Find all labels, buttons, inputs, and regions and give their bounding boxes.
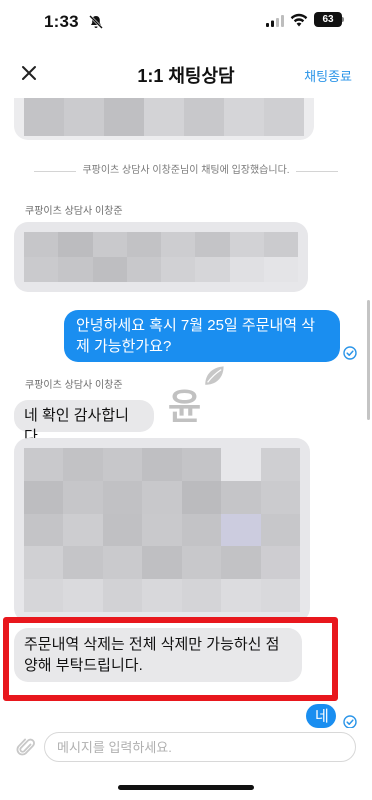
leaf-icon xyxy=(205,366,224,385)
agent-name: 쿠팡이츠 상담사 이창준 xyxy=(25,206,123,217)
blurred-content xyxy=(24,232,298,282)
user-message-bubble: 안녕하세요 혹시 7월 25일 주문내역 삭제 가능한가요? xyxy=(64,310,340,362)
battery-icon: 63 xyxy=(314,12,342,27)
end-chat-button[interactable]: 채팅종료 xyxy=(304,66,352,85)
blurred-message-card xyxy=(14,438,310,622)
system-message: 쿠팡이츠 상담사 이창준님이 채팅에 입장했습니다. xyxy=(0,163,372,179)
battery-tip xyxy=(342,17,344,22)
wifi-icon xyxy=(290,13,308,27)
watermark: 윤 xyxy=(166,366,236,440)
blurred-message-card xyxy=(14,98,314,140)
user-message-bubble: 네 xyxy=(306,704,336,728)
agent-name: 쿠팡이츠 상담사 이창준 xyxy=(25,380,123,391)
message-text: 네 xyxy=(315,708,329,725)
paperclip-icon[interactable] xyxy=(16,736,36,758)
blurred-message-card xyxy=(14,222,308,292)
check-circle-icon xyxy=(343,346,357,360)
chat-header: 1:1 채팅상담 채팅종료 xyxy=(0,52,372,98)
bell-slash-icon xyxy=(89,15,103,29)
message-input[interactable] xyxy=(44,732,356,762)
home-indicator xyxy=(118,785,254,790)
blurred-content xyxy=(24,98,304,136)
check-circle-icon xyxy=(343,715,357,728)
system-message-text: 쿠팡이츠 상담사 이창준님이 채팅에 입장했습니다. xyxy=(76,165,296,176)
agent-message-bubble: 네 확인 감사합니다. xyxy=(14,400,154,445)
scrollbar[interactable] xyxy=(367,300,370,420)
message-text: 안녕하세요 혹시 7월 25일 주문내역 삭제 가능한가요? xyxy=(76,317,316,355)
highlight-box xyxy=(3,617,338,701)
blurred-content xyxy=(24,448,300,612)
status-bar: 1:33 63 xyxy=(0,0,372,44)
message-composer xyxy=(0,728,372,768)
signal-icon xyxy=(266,15,284,27)
status-time: 1:33 xyxy=(44,12,79,31)
watermark-text: 윤 xyxy=(168,387,202,428)
